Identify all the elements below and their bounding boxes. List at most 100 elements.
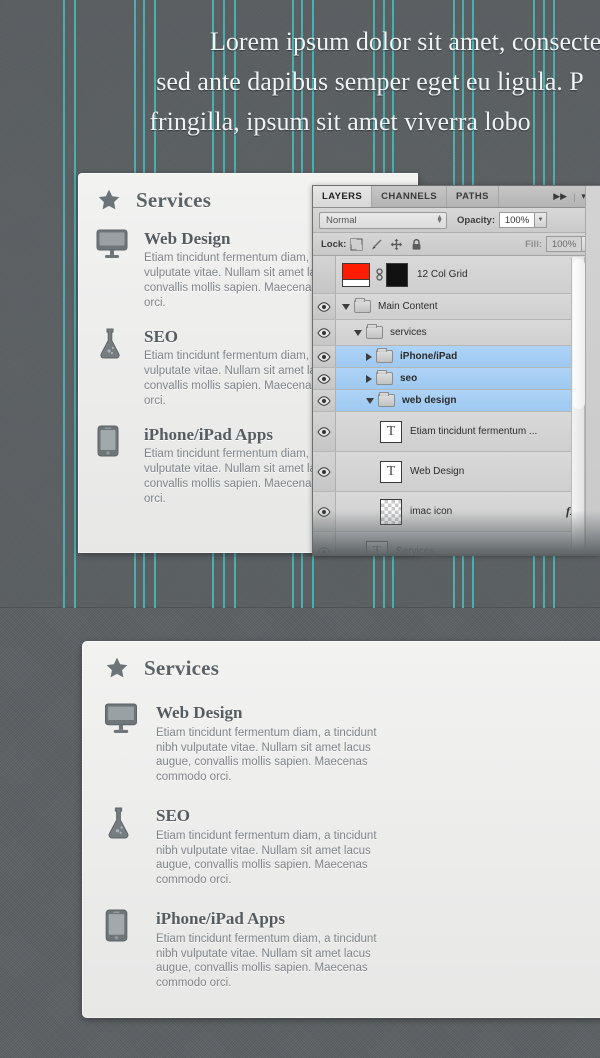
layer-row-content: web design (336, 390, 600, 411)
star-icon (104, 655, 130, 681)
imac-monitor-icon (104, 703, 146, 734)
iphone-device-icon (96, 425, 136, 457)
folder-icon (354, 298, 371, 313)
services-card-bottom: Services Web Design Etiam tincidunt ferm… (82, 641, 600, 1018)
services-card-header: Services (82, 641, 600, 681)
service-description: Etiam tincidunt fermentum diam, a tincid… (156, 830, 377, 886)
service-item-iphone-ipad: iPhone/iPad Apps Etiam tincidunt ferment… (82, 909, 600, 990)
layer-row-services-text[interactable]: T Services (313, 532, 600, 554)
layer-row-content: T Web Design (336, 452, 600, 491)
panel-right-edge (585, 186, 600, 554)
transparency-lock-icon[interactable] (350, 238, 363, 251)
brush-lock-icon[interactable] (370, 238, 383, 251)
service-name: SEO (156, 806, 191, 825)
chevron-down-icon[interactable] (342, 303, 350, 310)
blend-mode-value: Normal (326, 214, 357, 226)
layer-row-web-design-text[interactable]: T Web Design (313, 452, 600, 492)
layer-name: Main Content (378, 301, 438, 312)
layer-row-seo[interactable]: seo (313, 368, 600, 390)
service-name: iPhone/iPad Apps (156, 909, 285, 928)
photoshop-layers-panel[interactable]: LAYERS CHANNELS PATHS ▶▶ | ▾☰ Normal ▲▼ … (312, 185, 600, 555)
service-item-seo: SEO Etiam tincidunt fermentum diam, a ti… (82, 806, 600, 887)
service-description: Etiam tincidunt fermentum diam, a tincid… (156, 727, 377, 783)
service-text-iphone-ipad: iPhone/iPad Apps Etiam tincidunt ferment… (146, 909, 388, 990)
pixel-layer-thumbnail[interactable] (380, 498, 402, 525)
layer-row-content: seo (336, 368, 600, 389)
layer-row-services[interactable]: services (313, 320, 600, 346)
visibility-toggle[interactable] (313, 390, 336, 411)
tab-separator: | (573, 191, 576, 202)
visibility-toggle[interactable] (313, 452, 336, 491)
visibility-toggle[interactable] (313, 320, 336, 345)
layer-row-main-content[interactable]: Main Content (313, 294, 600, 320)
service-description: Etiam tincidunt fermentum diam, a tincid… (156, 933, 377, 989)
layer-mask-thumbnail[interactable] (386, 262, 408, 287)
star-icon (96, 187, 122, 213)
tab-channels[interactable]: CHANNELS (372, 186, 448, 207)
layer-name: iPhone/iPad (400, 351, 458, 362)
flask-beaker-icon (104, 806, 146, 839)
layer-row-12-col-grid[interactable]: 12 Col Grid (313, 256, 600, 294)
chevron-down-icon[interactable] (354, 329, 362, 336)
visibility-toggle[interactable] (313, 256, 336, 293)
blend-mode-select[interactable]: Normal ▲ ▼ (319, 211, 447, 229)
visibility-toggle[interactable] (313, 368, 336, 389)
fill-label: Fill: (525, 238, 542, 250)
all-lock-icon[interactable] (410, 238, 423, 251)
service-text-seo: SEO Etiam tincidunt fermentum diam, a ti… (146, 806, 388, 887)
service-item-web-design: Web Design Etiam tincidunt fermentum dia… (82, 703, 600, 784)
layer-row-content: Main Content (336, 294, 600, 319)
chevron-right-icon[interactable] (366, 374, 372, 383)
flask-beaker-icon (96, 327, 136, 359)
layer-row-content: T Etiam tincidunt fermentum ... (336, 412, 600, 451)
folder-icon (376, 348, 393, 363)
panel-scrollbar[interactable] (571, 257, 585, 549)
layer-name: 12 Col Grid (417, 269, 468, 280)
services-title: Services (144, 655, 220, 680)
text-layer-thumbnail[interactable]: T (366, 540, 388, 554)
opacity-input[interactable]: 100% (499, 212, 536, 228)
link-mask-icon[interactable] (376, 267, 383, 282)
layer-name: services (390, 327, 427, 338)
chevron-down-icon[interactable] (366, 397, 374, 404)
folder-icon (366, 324, 383, 339)
folder-icon (376, 370, 393, 385)
tab-bar-spacer (498, 186, 548, 207)
stepper-icon[interactable]: ▲ ▼ (436, 214, 443, 225)
blend-mode-row: Normal ▲ ▼ Opacity: 100% ▼ (313, 208, 600, 233)
layer-row-etiam-text[interactable]: T Etiam tincidunt fermentum ... (313, 412, 600, 452)
visibility-toggle[interactable] (313, 532, 336, 554)
fill-input[interactable]: 100% (546, 236, 582, 252)
panel-tab-bar: LAYERS CHANNELS PATHS ▶▶ | ▾☰ (313, 186, 600, 208)
layer-row-web-design-group[interactable]: web design (313, 390, 600, 412)
service-text-web-design: Web Design Etiam tincidunt fermentum dia… (146, 703, 388, 784)
move-lock-icon[interactable] (390, 238, 403, 251)
grid-guide-line-1 (74, 0, 76, 608)
double-chevron-right-icon[interactable]: ▶▶ (553, 191, 567, 202)
services-title: Services (136, 187, 212, 212)
background-divider-line (0, 607, 600, 609)
chevron-right-icon[interactable] (366, 352, 372, 361)
layer-thumbnail[interactable] (342, 262, 370, 287)
service-name: Web Design (156, 703, 243, 722)
folder-icon (378, 392, 395, 407)
layer-row-content: T Services (336, 532, 600, 554)
tab-layers[interactable]: LAYERS (313, 186, 373, 207)
visibility-toggle[interactable] (313, 412, 336, 451)
text-layer-thumbnail[interactable]: T (380, 420, 402, 443)
opacity-dropdown-icon[interactable]: ▼ (535, 212, 548, 228)
text-layer-thumbnail[interactable]: T (380, 460, 402, 483)
iphone-device-icon (104, 909, 146, 942)
tab-paths[interactable]: PATHS (447, 186, 499, 207)
layer-row-imac-icon[interactable]: imac icon fx ▼ (313, 492, 600, 532)
visibility-toggle[interactable] (313, 492, 336, 531)
lock-label: Lock: (321, 238, 347, 250)
layer-rows: 12 Col Grid Main Content services iPhone… (313, 256, 600, 554)
opacity-label: Opacity: (457, 214, 496, 226)
visibility-toggle[interactable] (313, 346, 336, 367)
visibility-toggle[interactable] (313, 294, 336, 319)
layer-row-iphone-ipad[interactable]: iPhone/iPad (313, 346, 600, 368)
scrollbar-thumb[interactable] (573, 259, 585, 409)
grid-guide-line-0 (63, 0, 65, 608)
layer-row-content: imac icon fx ▼ (336, 492, 600, 531)
